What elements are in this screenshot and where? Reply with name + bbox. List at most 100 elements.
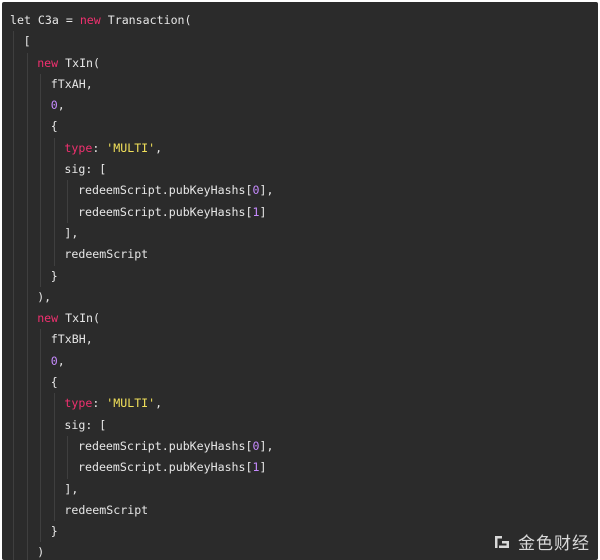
code-line-content: redeemScript: [64, 247, 148, 261]
indent-guide: [13, 478, 14, 500]
indent-guide: [26, 265, 28, 287]
code-token-plain: sig: [: [64, 417, 107, 432]
code-token-plain: TxIn(: [58, 55, 101, 70]
code-token-plain: :: [92, 396, 107, 411]
indent-guide: [13, 95, 14, 117]
indent-guide: [26, 222, 28, 245]
indent-guide: [13, 499, 14, 522]
indent-guide: [40, 372, 42, 394]
indent-guide: [13, 31, 14, 53]
indent-guide: [13, 435, 14, 458]
code-token-plain: ],: [259, 183, 274, 198]
code-token-plain: }: [50, 524, 58, 539]
code-token-plain: ,: [57, 98, 65, 113]
code-token-str: 'MULTI': [106, 396, 156, 411]
indent-guide: [53, 435, 55, 458]
watermark: 金色财经: [492, 529, 590, 554]
indent-guide: [40, 435, 42, 458]
code-token-plain: redeemScript.pubKeyHashs[: [78, 204, 253, 219]
code-token-plain: ): [37, 545, 45, 560]
code-line: redeemScript: [10, 244, 598, 266]
indent-guide: [26, 116, 28, 138]
indent-guide: [67, 457, 69, 479]
code-token-plain: fTxBH,: [50, 332, 93, 347]
indent-guide: [40, 180, 42, 202]
code-token-num: 1: [252, 204, 260, 219]
code-token-plain: redeemScript.pubKeyHashs[: [78, 438, 253, 453]
indent-guide: [40, 95, 42, 117]
indent-guide: [13, 180, 14, 202]
indent-guide: [40, 457, 42, 479]
code-line-content: type: 'MULTI',: [64, 396, 162, 410]
code-token-plain: ,: [155, 140, 163, 155]
code-token-plain: ]: [259, 460, 267, 475]
indent-guide: [13, 137, 14, 160]
golden-logo-icon: [495, 535, 509, 548]
indent-guide: [26, 308, 28, 330]
code-lines: let C3a = new Transaction( [ new TxIn( fTxA…: [10, 10, 598, 560]
code-line: 0,: [10, 350, 598, 373]
indent-guide: [67, 180, 69, 202]
code-token-prop: type: [64, 396, 93, 411]
indent-guide: [40, 201, 42, 223]
indent-guide: [53, 244, 55, 266]
code-line-content: [: [24, 34, 31, 48]
indent-guide: [13, 350, 14, 373]
code-line: let C3a = new Transaction(: [10, 10, 598, 31]
indent-guide: [13, 372, 14, 394]
indent-guide: [26, 521, 28, 543]
indent-guide: [40, 393, 42, 415]
code-token-num: 0: [252, 438, 260, 453]
code-line: type: 'MULTI',: [10, 137, 598, 160]
code-token-plain: ,: [57, 353, 65, 368]
indent-guide: [26, 350, 28, 373]
indent-guide: [53, 159, 55, 181]
indent-guide: [26, 393, 28, 415]
code-line-content: 0,: [51, 98, 65, 112]
indent-guide: [40, 73, 42, 96]
code-token-plain: fTxAH,: [50, 76, 93, 91]
indent-guide: [13, 244, 14, 266]
code-line-content: {: [51, 119, 58, 133]
code-line-content: redeemScript.pubKeyHashs[0],: [78, 439, 273, 453]
code-line: redeemScript.pubKeyHashs[0],: [10, 435, 598, 458]
code-token-plain: ),: [37, 289, 52, 304]
indent-guide: [26, 159, 28, 181]
code-line-content: ),: [37, 290, 51, 304]
code-token-plain: TxIn(: [58, 311, 101, 326]
indent-guide: [13, 73, 14, 96]
indent-guide: [13, 116, 14, 138]
code-line: [: [10, 31, 598, 53]
code-token-plain: ],: [259, 438, 274, 453]
indent-guide: [53, 222, 55, 245]
code-token-plain: ,: [155, 396, 163, 411]
code-line-content: type: 'MULTI',: [64, 141, 162, 155]
indent-guide: [26, 180, 28, 202]
code-line-content: let C3a = new Transaction(: [10, 13, 192, 27]
indent-guide: [53, 180, 55, 202]
indent-guide: [26, 201, 28, 223]
code-token-prop: type: [64, 140, 93, 155]
indent-guide: [26, 499, 28, 522]
code-token-num: 1: [252, 460, 260, 475]
watermark-text: 金色财经: [518, 534, 590, 554]
indent-guide: [26, 542, 28, 560]
code-token-plain: redeemScript.pubKeyHashs[: [78, 183, 253, 198]
code-token-plain: ]: [259, 204, 267, 219]
indent-guide: [40, 159, 42, 181]
code-token-plain: Transaction(: [100, 13, 192, 27]
code-line-content: ],: [64, 482, 78, 496]
code-line-content: new TxIn(: [37, 311, 100, 325]
code-line-content: ],: [64, 226, 78, 240]
code-line: sig: [: [10, 414, 598, 436]
indent-guide: [26, 244, 28, 266]
indent-guide: [13, 542, 14, 560]
indent-guide: [26, 329, 28, 351]
indent-guide: [13, 414, 14, 436]
code-line: redeemScript.pubKeyHashs[0],: [10, 180, 598, 202]
code-line: redeemScript.pubKeyHashs[1]: [10, 457, 598, 479]
code-token-plain: redeemScript: [64, 247, 149, 262]
indent-guide: [40, 499, 42, 522]
code-line-content: sig: [: [64, 162, 106, 176]
code-line-content: sig: [: [64, 418, 106, 432]
